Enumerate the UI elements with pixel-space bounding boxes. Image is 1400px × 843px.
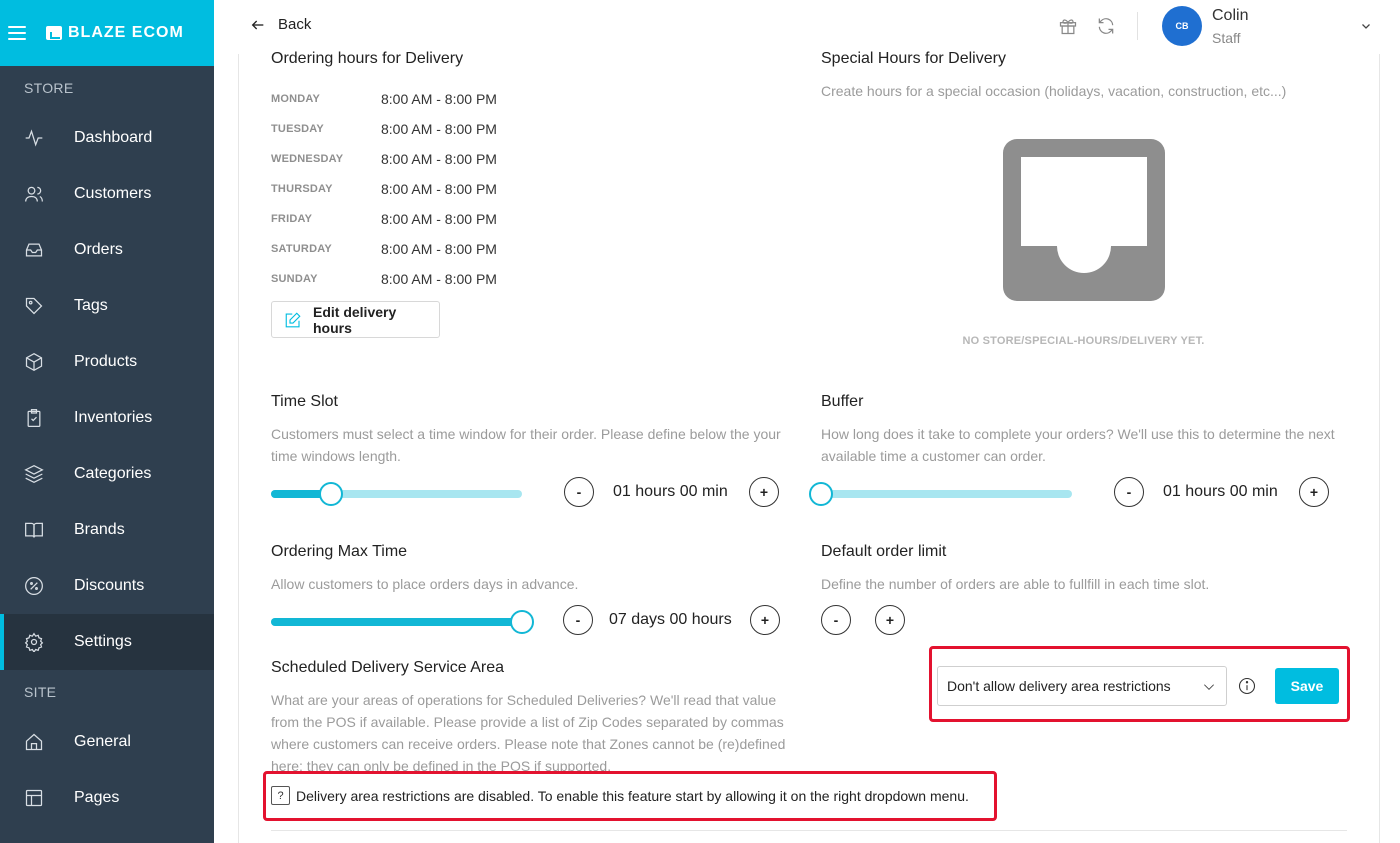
sidebar-item-brands[interactable]: Brands (0, 502, 214, 558)
day-label: SATURDAY (271, 243, 332, 255)
header-divider (1137, 12, 1138, 40)
special-hours-description: Create hours for a special occasion (hol… (821, 83, 1287, 99)
time-slot-value: 01 hours 00 min (613, 483, 728, 500)
time-slot-title: Time Slot (271, 393, 338, 410)
restriction-notice: ? Delivery area restrictions are disable… (271, 786, 969, 805)
gift-icon[interactable] (1058, 16, 1078, 36)
divider (271, 830, 1347, 831)
brand-bar: BLAZE ECOM (0, 0, 214, 66)
users-icon (24, 184, 44, 204)
time-slot-increment-button[interactable]: + (749, 477, 779, 507)
top-bar: Back CB Colin Staff (214, 0, 1400, 54)
order-limit-title: Default order limit (821, 543, 947, 560)
day-hours: 8:00 AM - 8:00 PM (381, 211, 497, 227)
brand-logo[interactable]: BLAZE ECOM (46, 24, 184, 42)
sidebar-item-dashboard[interactable]: Dashboard (0, 110, 214, 166)
service-area-description: What are your areas of operations for Sc… (271, 692, 786, 771)
menu-icon[interactable] (8, 26, 26, 40)
chevron-down-icon[interactable] (1360, 20, 1372, 32)
max-time-slider-handle[interactable] (510, 610, 534, 634)
logo-icon (46, 26, 62, 40)
day-label: SUNDAY (271, 273, 318, 285)
max-time-slider[interactable] (271, 618, 522, 626)
book-icon (24, 520, 44, 540)
user-name[interactable]: Colin (1212, 7, 1248, 25)
day-hours: 8:00 AM - 8:00 PM (381, 91, 497, 107)
sidebar-item-inventories[interactable]: Inventories (0, 390, 214, 446)
section-label-store: STORE (24, 80, 74, 96)
buffer-increment-button[interactable]: + (1299, 477, 1329, 507)
order-limit-description: Define the number of orders are able to … (821, 576, 1210, 592)
refresh-icon[interactable] (1096, 16, 1116, 36)
info-icon[interactable] (1237, 676, 1257, 696)
day-label: MONDAY (271, 93, 321, 105)
buffer-description: How long does it take to complete your o… (821, 426, 1335, 464)
buffer-slider[interactable] (821, 490, 1072, 498)
day-hours: 8:00 AM - 8:00 PM (381, 181, 497, 197)
day-hours: 8:00 AM - 8:00 PM (381, 151, 497, 167)
empty-state-icon (1003, 139, 1165, 301)
user-role: Staff (1212, 30, 1241, 46)
back-button[interactable]: Back (250, 16, 311, 33)
sidebar-item-pages[interactable]: Pages (0, 770, 214, 826)
edit-icon (285, 311, 301, 327)
avatar[interactable]: CB (1162, 6, 1202, 46)
special-hours-title: Special Hours for Delivery (821, 50, 1006, 67)
buffer-title: Buffer (821, 393, 864, 410)
home-icon (24, 732, 44, 752)
sidebar-item-general[interactable]: General (0, 714, 214, 770)
percent-icon (24, 576, 44, 596)
buffer-slider-handle[interactable] (809, 482, 833, 506)
max-time-description: Allow customers to place orders days in … (271, 576, 579, 592)
max-time-title: Ordering Max Time (271, 543, 408, 560)
service-area-title: Scheduled Delivery Service Area (271, 659, 505, 676)
sidebar-item-discounts[interactable]: Discounts (0, 558, 214, 614)
chevron-down-icon (1204, 684, 1214, 690)
day-label: WEDNESDAY (271, 153, 344, 165)
layout-icon (24, 788, 44, 808)
sidebar-item-orders[interactable]: Orders (0, 222, 214, 278)
sidebar-item-categories[interactable]: Categories (0, 446, 214, 502)
order-limit-increment-button[interactable]: + (875, 605, 905, 635)
edit-delivery-hours-button[interactable]: Edit delivery hours (271, 301, 440, 338)
day-hours: 8:00 AM - 8:00 PM (381, 121, 497, 137)
buffer-decrement-button[interactable]: - (1114, 477, 1144, 507)
day-label: THURSDAY (271, 183, 333, 195)
delivery-area-restriction-select[interactable]: Don't allow delivery area restrictions (937, 666, 1227, 706)
empty-state-text: NO STORE/SPECIAL-HOURS/DELIVERY YET. (962, 335, 1205, 347)
sidebar-item-customers[interactable]: Customers (0, 166, 214, 222)
activity-icon (24, 128, 44, 148)
sidebar-item-products[interactable]: Products (0, 334, 214, 390)
time-slot-slider[interactable] (271, 490, 522, 498)
max-time-increment-button[interactable]: + (750, 605, 780, 635)
inbox-icon (24, 240, 44, 260)
day-label: FRIDAY (271, 213, 313, 225)
buffer-value: 01 hours 00 min (1163, 483, 1278, 500)
max-time-value: 07 days 00 hours (609, 611, 732, 628)
max-time-decrement-button[interactable]: - (563, 605, 593, 635)
day-label: TUESDAY (271, 123, 324, 135)
day-hours: 8:00 AM - 8:00 PM (381, 271, 497, 287)
sidebar-item-settings[interactable]: Settings (0, 614, 214, 670)
gear-icon (24, 632, 44, 652)
sidebar-item-tags[interactable]: Tags (0, 278, 214, 334)
day-hours: 8:00 AM - 8:00 PM (381, 241, 497, 257)
arrow-left-icon (251, 20, 264, 29)
save-button[interactable]: Save (1275, 668, 1339, 704)
help-icon: ? (271, 786, 290, 805)
order-limit-decrement-button[interactable]: - (821, 605, 851, 635)
box-icon (24, 352, 44, 372)
time-slot-description: Customers must select a time window for … (271, 426, 781, 464)
sidebar: BLAZE ECOM STORE Dashboard Customers Ord… (0, 0, 214, 843)
delivery-hours-title: Ordering hours for Delivery (271, 50, 464, 67)
section-label-site: SITE (24, 684, 57, 700)
time-slot-decrement-button[interactable]: - (564, 477, 594, 507)
clipboard-icon (24, 408, 44, 428)
layers-icon (24, 464, 44, 484)
tag-icon (24, 296, 44, 316)
